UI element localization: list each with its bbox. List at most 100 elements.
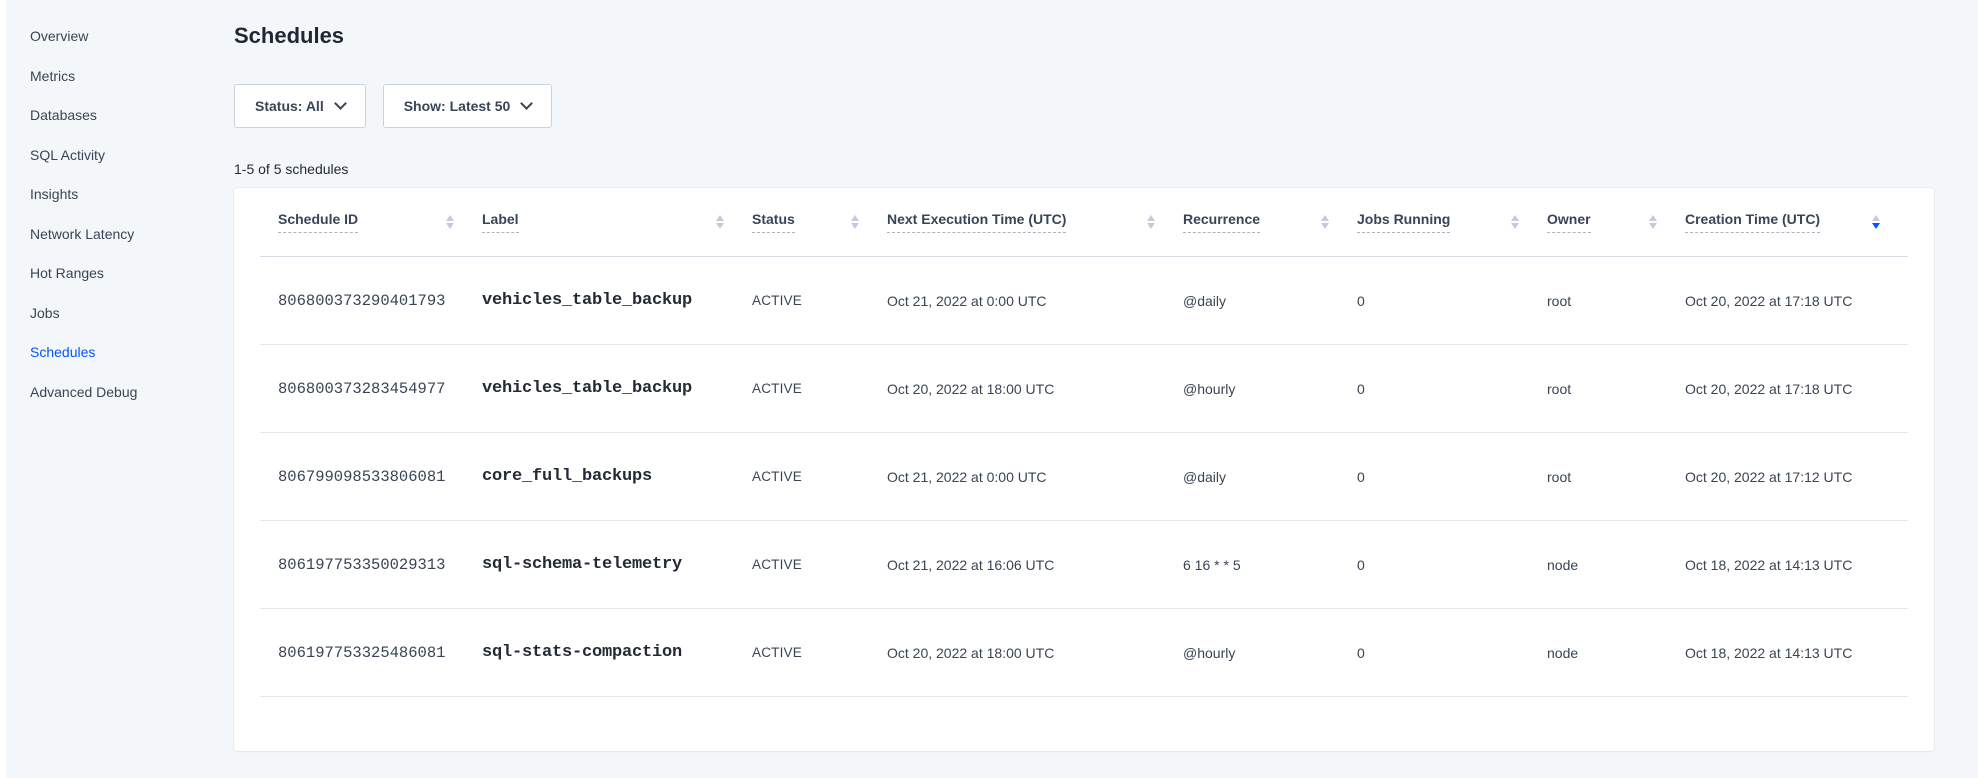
sidebar-nav: Overview Metrics Databases SQL Activity … (30, 26, 137, 402)
cell-owner: root (1547, 381, 1685, 397)
schedules-table-card: Schedule ID Label Status Next Execution … (234, 188, 1934, 751)
status-filter-dropdown[interactable]: Status: All (234, 84, 366, 128)
cell-next-execution: Oct 20, 2022 at 18:00 UTC (887, 381, 1183, 397)
sidebar-item-databases[interactable]: Databases (30, 105, 137, 125)
page-title: Schedules (234, 22, 344, 50)
caret-up-icon (1872, 215, 1880, 221)
caret-up-icon (1649, 215, 1657, 221)
caret-down-icon (446, 223, 454, 229)
sidebar-item-sql-activity[interactable]: SQL Activity (30, 145, 137, 165)
cell-schedule-id: 806197753325486081 (260, 644, 482, 662)
column-header-owner[interactable]: Owner (1547, 211, 1685, 233)
chevron-down-icon (334, 97, 347, 110)
sidebar-item-jobs[interactable]: Jobs (30, 303, 137, 323)
column-header-label: Schedule ID (278, 211, 358, 233)
cell-next-execution: Oct 21, 2022 at 0:00 UTC (887, 293, 1183, 309)
table-row[interactable]: 806800373283454977 vehicles_table_backup… (260, 345, 1908, 433)
cell-next-execution: Oct 21, 2022 at 0:00 UTC (887, 469, 1183, 485)
column-header-label: Recurrence (1183, 211, 1260, 233)
sort-icon[interactable] (1649, 215, 1657, 230)
column-header-creation-time[interactable]: Creation Time (UTC) (1685, 211, 1908, 233)
caret-up-icon (446, 215, 454, 221)
caret-up-icon (851, 215, 859, 221)
caret-down-icon (1872, 223, 1880, 229)
cell-status: ACTIVE (752, 557, 887, 572)
sidebar-item-advanced-debug[interactable]: Advanced Debug (30, 382, 137, 402)
cell-owner: root (1547, 293, 1685, 309)
show-filter-label: Show: Latest 50 (404, 98, 511, 114)
cell-recurrence: @daily (1183, 293, 1357, 309)
column-header-label: Creation Time (UTC) (1685, 211, 1820, 233)
column-header-label: Next Execution Time (UTC) (887, 211, 1066, 233)
cell-status: ACTIVE (752, 293, 887, 308)
column-header-status[interactable]: Status (752, 211, 887, 233)
sort-icon[interactable] (1511, 215, 1519, 230)
sidebar-item-overview[interactable]: Overview (30, 26, 137, 46)
column-header-label: Status (752, 211, 795, 233)
app-window: Overview Metrics Databases SQL Activity … (0, 0, 1978, 778)
status-filter-label: Status: All (255, 98, 324, 114)
sort-icon[interactable] (851, 215, 859, 230)
sidebar-item-insights[interactable]: Insights (30, 184, 137, 204)
table-row[interactable]: 806799098533806081 core_full_backups ACT… (260, 433, 1908, 521)
column-header-label: Jobs Running (1357, 211, 1450, 233)
cell-creation-time: Oct 18, 2022 at 14:13 UTC (1685, 645, 1908, 661)
cell-jobs-running: 0 (1357, 381, 1547, 397)
column-header-schedule-id[interactable]: Schedule ID (260, 211, 482, 233)
cell-status: ACTIVE (752, 469, 887, 484)
caret-up-icon (1511, 215, 1519, 221)
caret-down-icon (716, 223, 724, 229)
cell-recurrence: @hourly (1183, 381, 1357, 397)
cell-status: ACTIVE (752, 645, 887, 660)
sidebar-item-schedules[interactable]: Schedules (30, 342, 137, 362)
sort-icon[interactable] (716, 215, 724, 230)
cell-recurrence: @daily (1183, 469, 1357, 485)
cell-label: core_full_backups (482, 467, 752, 486)
table-row[interactable]: 806197753325486081 sql-stats-compaction … (260, 609, 1908, 697)
column-header-label: Label (482, 211, 519, 233)
cell-schedule-id: 806197753350029313 (260, 556, 482, 574)
table-header-row: Schedule ID Label Status Next Execution … (260, 188, 1908, 257)
cell-owner: node (1547, 645, 1685, 661)
caret-up-icon (1321, 215, 1329, 221)
column-header-label: Owner (1547, 211, 1591, 233)
sidebar-item-metrics[interactable]: Metrics (30, 66, 137, 86)
sort-icon[interactable] (1321, 215, 1329, 230)
cell-label: vehicles_table_backup (482, 379, 752, 398)
caret-down-icon (851, 223, 859, 229)
chevron-down-icon (520, 97, 533, 110)
table-row[interactable]: 806197753350029313 sql-schema-telemetry … (260, 521, 1908, 609)
cell-next-execution: Oct 21, 2022 at 16:06 UTC (887, 557, 1183, 573)
caret-down-icon (1511, 223, 1519, 229)
cell-schedule-id: 806799098533806081 (260, 468, 482, 486)
caret-up-icon (1147, 215, 1155, 221)
caret-up-icon (716, 215, 724, 221)
table-row[interactable]: 806800373290401793 vehicles_table_backup… (260, 257, 1908, 345)
results-summary: 1-5 of 5 schedules (234, 159, 348, 179)
caret-down-icon (1147, 223, 1155, 229)
cell-label: sql-schema-telemetry (482, 555, 752, 574)
sort-icon[interactable] (1147, 215, 1155, 230)
cell-label: sql-stats-compaction (482, 643, 752, 662)
show-filter-dropdown[interactable]: Show: Latest 50 (383, 84, 553, 128)
column-header-jobs-running[interactable]: Jobs Running (1357, 211, 1547, 233)
cell-owner: node (1547, 557, 1685, 573)
cell-next-execution: Oct 20, 2022 at 18:00 UTC (887, 645, 1183, 661)
cell-creation-time: Oct 20, 2022 at 17:18 UTC (1685, 381, 1908, 397)
sort-icon[interactable] (1872, 215, 1880, 230)
cell-label: vehicles_table_backup (482, 291, 752, 310)
cell-creation-time: Oct 20, 2022 at 17:18 UTC (1685, 293, 1908, 309)
cell-jobs-running: 0 (1357, 293, 1547, 309)
filter-bar: Status: All Show: Latest 50 (234, 84, 552, 128)
column-header-next-execution-time[interactable]: Next Execution Time (UTC) (887, 211, 1183, 233)
sidebar-item-network-latency[interactable]: Network Latency (30, 224, 137, 244)
sidebar-item-hot-ranges[interactable]: Hot Ranges (30, 263, 137, 283)
cell-jobs-running: 0 (1357, 469, 1547, 485)
sort-icon[interactable] (446, 215, 454, 230)
cell-recurrence: 6 16 * * 5 (1183, 557, 1357, 573)
cell-creation-time: Oct 18, 2022 at 14:13 UTC (1685, 557, 1908, 573)
column-header-label[interactable]: Label (482, 211, 752, 233)
column-header-recurrence[interactable]: Recurrence (1183, 211, 1357, 233)
cell-schedule-id: 806800373283454977 (260, 380, 482, 398)
cell-owner: root (1547, 469, 1685, 485)
